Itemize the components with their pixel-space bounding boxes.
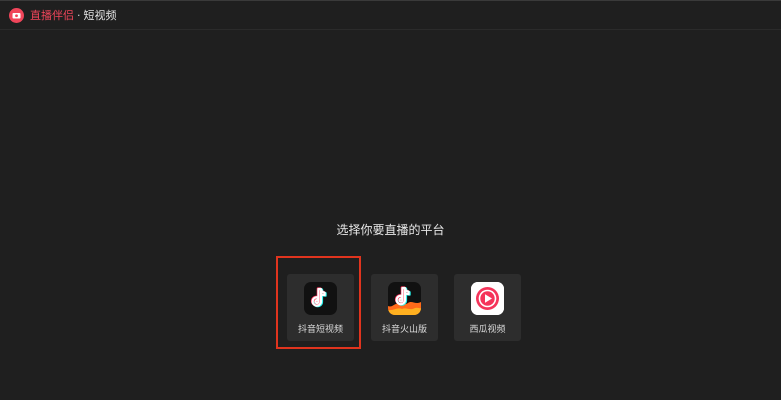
platform-card-douyin-huoshan[interactable]: 抖音火山版 xyxy=(371,274,438,341)
douyin-icon xyxy=(304,282,337,315)
platform-card-xigua-video[interactable]: 西瓜视频 xyxy=(454,274,521,341)
xigua-video-icon xyxy=(471,282,504,315)
title-mode: 短视频 xyxy=(83,9,117,22)
title-bar: 直播伴侣 · 短视频 xyxy=(0,1,781,30)
platform-card-douyin[interactable]: 抖音短视频 xyxy=(287,274,354,341)
platform-prompt: 选择你要直播的平台 xyxy=(336,223,445,237)
platform-label-douyin-huoshan: 抖音火山版 xyxy=(381,325,427,335)
douyin-huoshan-icon xyxy=(388,282,421,315)
platform-label-xigua-video: 西瓜视频 xyxy=(469,325,506,335)
app-logo-icon xyxy=(9,7,24,23)
title-separator: · xyxy=(77,8,81,22)
app-name: 直播伴侣 xyxy=(30,9,74,22)
platform-label-douyin: 抖音短视频 xyxy=(297,325,343,335)
app-window: 直播伴侣 · 短视频 选择你要直播的平台 抖音短视频 抖音火山版 西瓜视频 xyxy=(0,0,781,400)
